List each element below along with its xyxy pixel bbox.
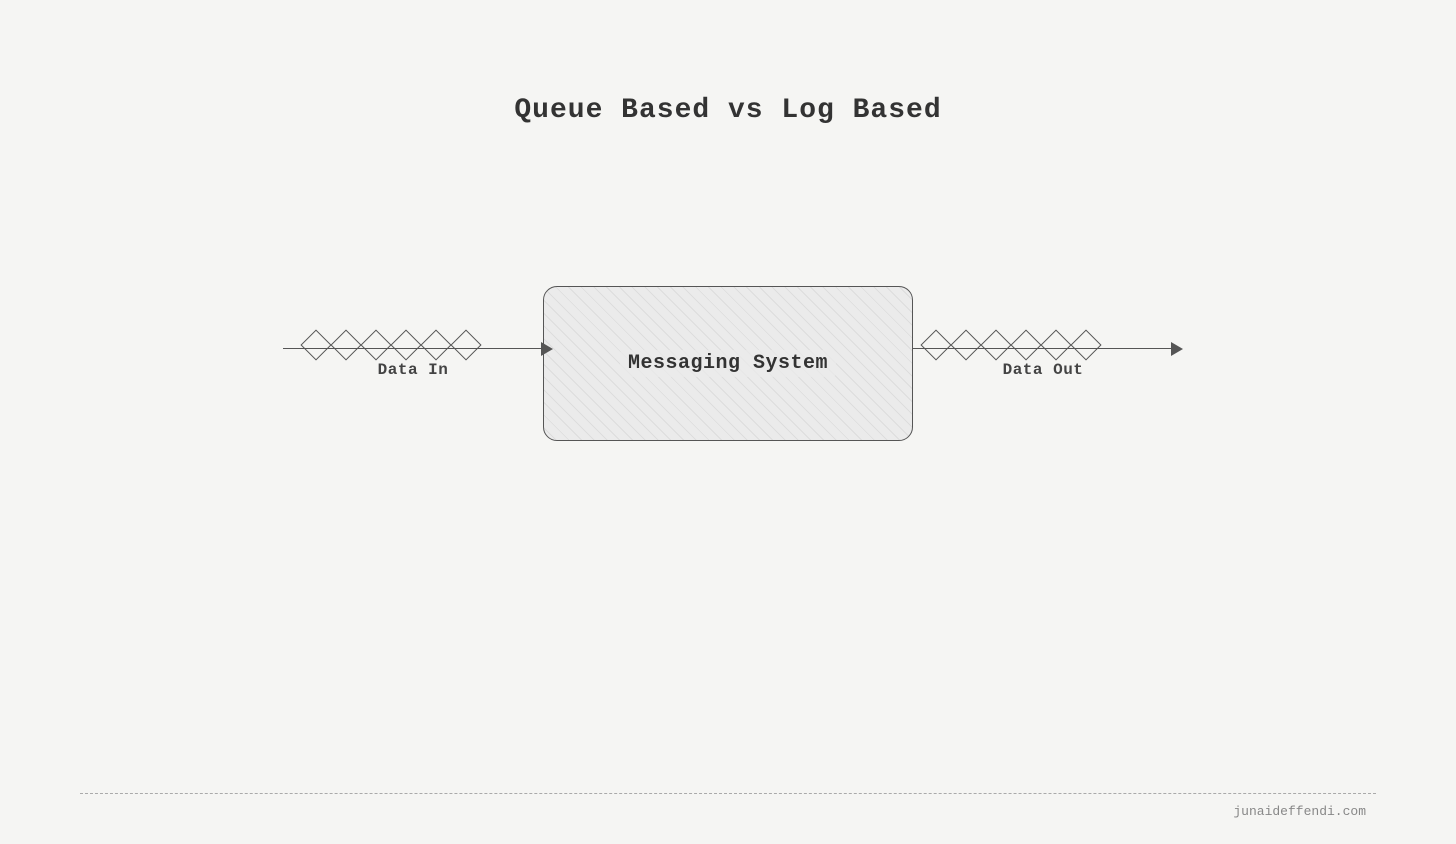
messaging-system-label: Messaging System: [620, 350, 836, 377]
diamond-in-6: [450, 329, 481, 360]
diamond-in-5: [420, 329, 451, 360]
diamond-out-3: [980, 329, 1011, 360]
data-in-section: Data In: [283, 348, 543, 380]
page-title: Queue Based vs Log Based: [514, 95, 941, 126]
diamond-in-1: [300, 329, 331, 360]
data-out-section: Data Out: [913, 348, 1173, 380]
data-out-flow: [913, 348, 1173, 350]
diamond-in-2: [330, 329, 361, 360]
page-container: Queue Based vs Log Based: [0, 0, 1456, 844]
diamond-in-3: [360, 329, 391, 360]
messaging-system-box: Messaging System: [543, 286, 913, 441]
footer-divider: [80, 793, 1376, 794]
diamond-out-1: [920, 329, 951, 360]
diagram-area: Data In Messaging System: [283, 286, 1173, 441]
diamond-out-6: [1070, 329, 1101, 360]
diamond-out-2: [950, 329, 981, 360]
diamond-out-4: [1010, 329, 1041, 360]
footer-url: junaideffendi.com: [1233, 804, 1366, 819]
data-in-flow: [283, 348, 543, 350]
data-out-label: Data Out: [1003, 361, 1084, 379]
data-in-label: Data In: [378, 361, 449, 379]
diamond-out-5: [1040, 329, 1071, 360]
diamond-in-4: [390, 329, 421, 360]
